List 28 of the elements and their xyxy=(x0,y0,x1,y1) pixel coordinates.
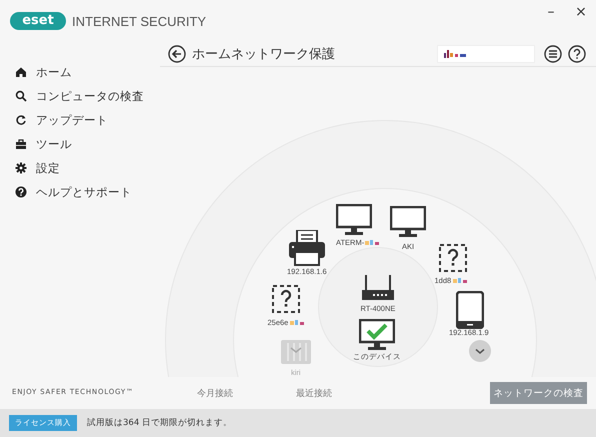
close-button[interactable]: × xyxy=(566,0,596,24)
toolbox-icon xyxy=(15,138,27,150)
search-field[interactable] xyxy=(437,45,535,63)
sidebar-item[interactable]: アップデート xyxy=(0,108,160,132)
page-title: ホームネットワーク保護 xyxy=(192,46,335,63)
filter-tab[interactable]: 最近接続 xyxy=(296,386,358,400)
trial-message: 試用版は364 日で期限が切れます。 xyxy=(87,417,232,429)
redacted-mark xyxy=(290,320,304,326)
help-icon xyxy=(15,186,27,198)
search-icon xyxy=(15,90,27,102)
expand-button[interactable] xyxy=(469,340,491,362)
sidebar-item[interactable]: ホーム xyxy=(0,60,160,84)
eset-logo: eset xyxy=(10,12,66,30)
sidebar-item[interactable]: ヘルプとサポート xyxy=(0,180,160,204)
redacted-mark xyxy=(452,278,466,284)
refresh-icon xyxy=(15,114,27,126)
filter-tab[interactable]: 今月接続 xyxy=(197,386,259,400)
settings-icon xyxy=(15,162,27,174)
back-icon[interactable] xyxy=(168,45,186,63)
help-icon[interactable] xyxy=(568,45,586,63)
product-name: INTERNET SECURITY xyxy=(72,14,206,28)
minimize-button[interactable]: – xyxy=(536,0,566,24)
sidebar-item[interactable]: 設定 xyxy=(0,156,160,180)
sidebar-item[interactable]: ツール xyxy=(0,132,160,156)
menu-icon[interactable] xyxy=(544,45,562,63)
home-icon xyxy=(15,66,27,78)
redacted-mark xyxy=(365,240,379,246)
sidebar-item[interactable]: コンピュータの検査 xyxy=(0,84,160,108)
